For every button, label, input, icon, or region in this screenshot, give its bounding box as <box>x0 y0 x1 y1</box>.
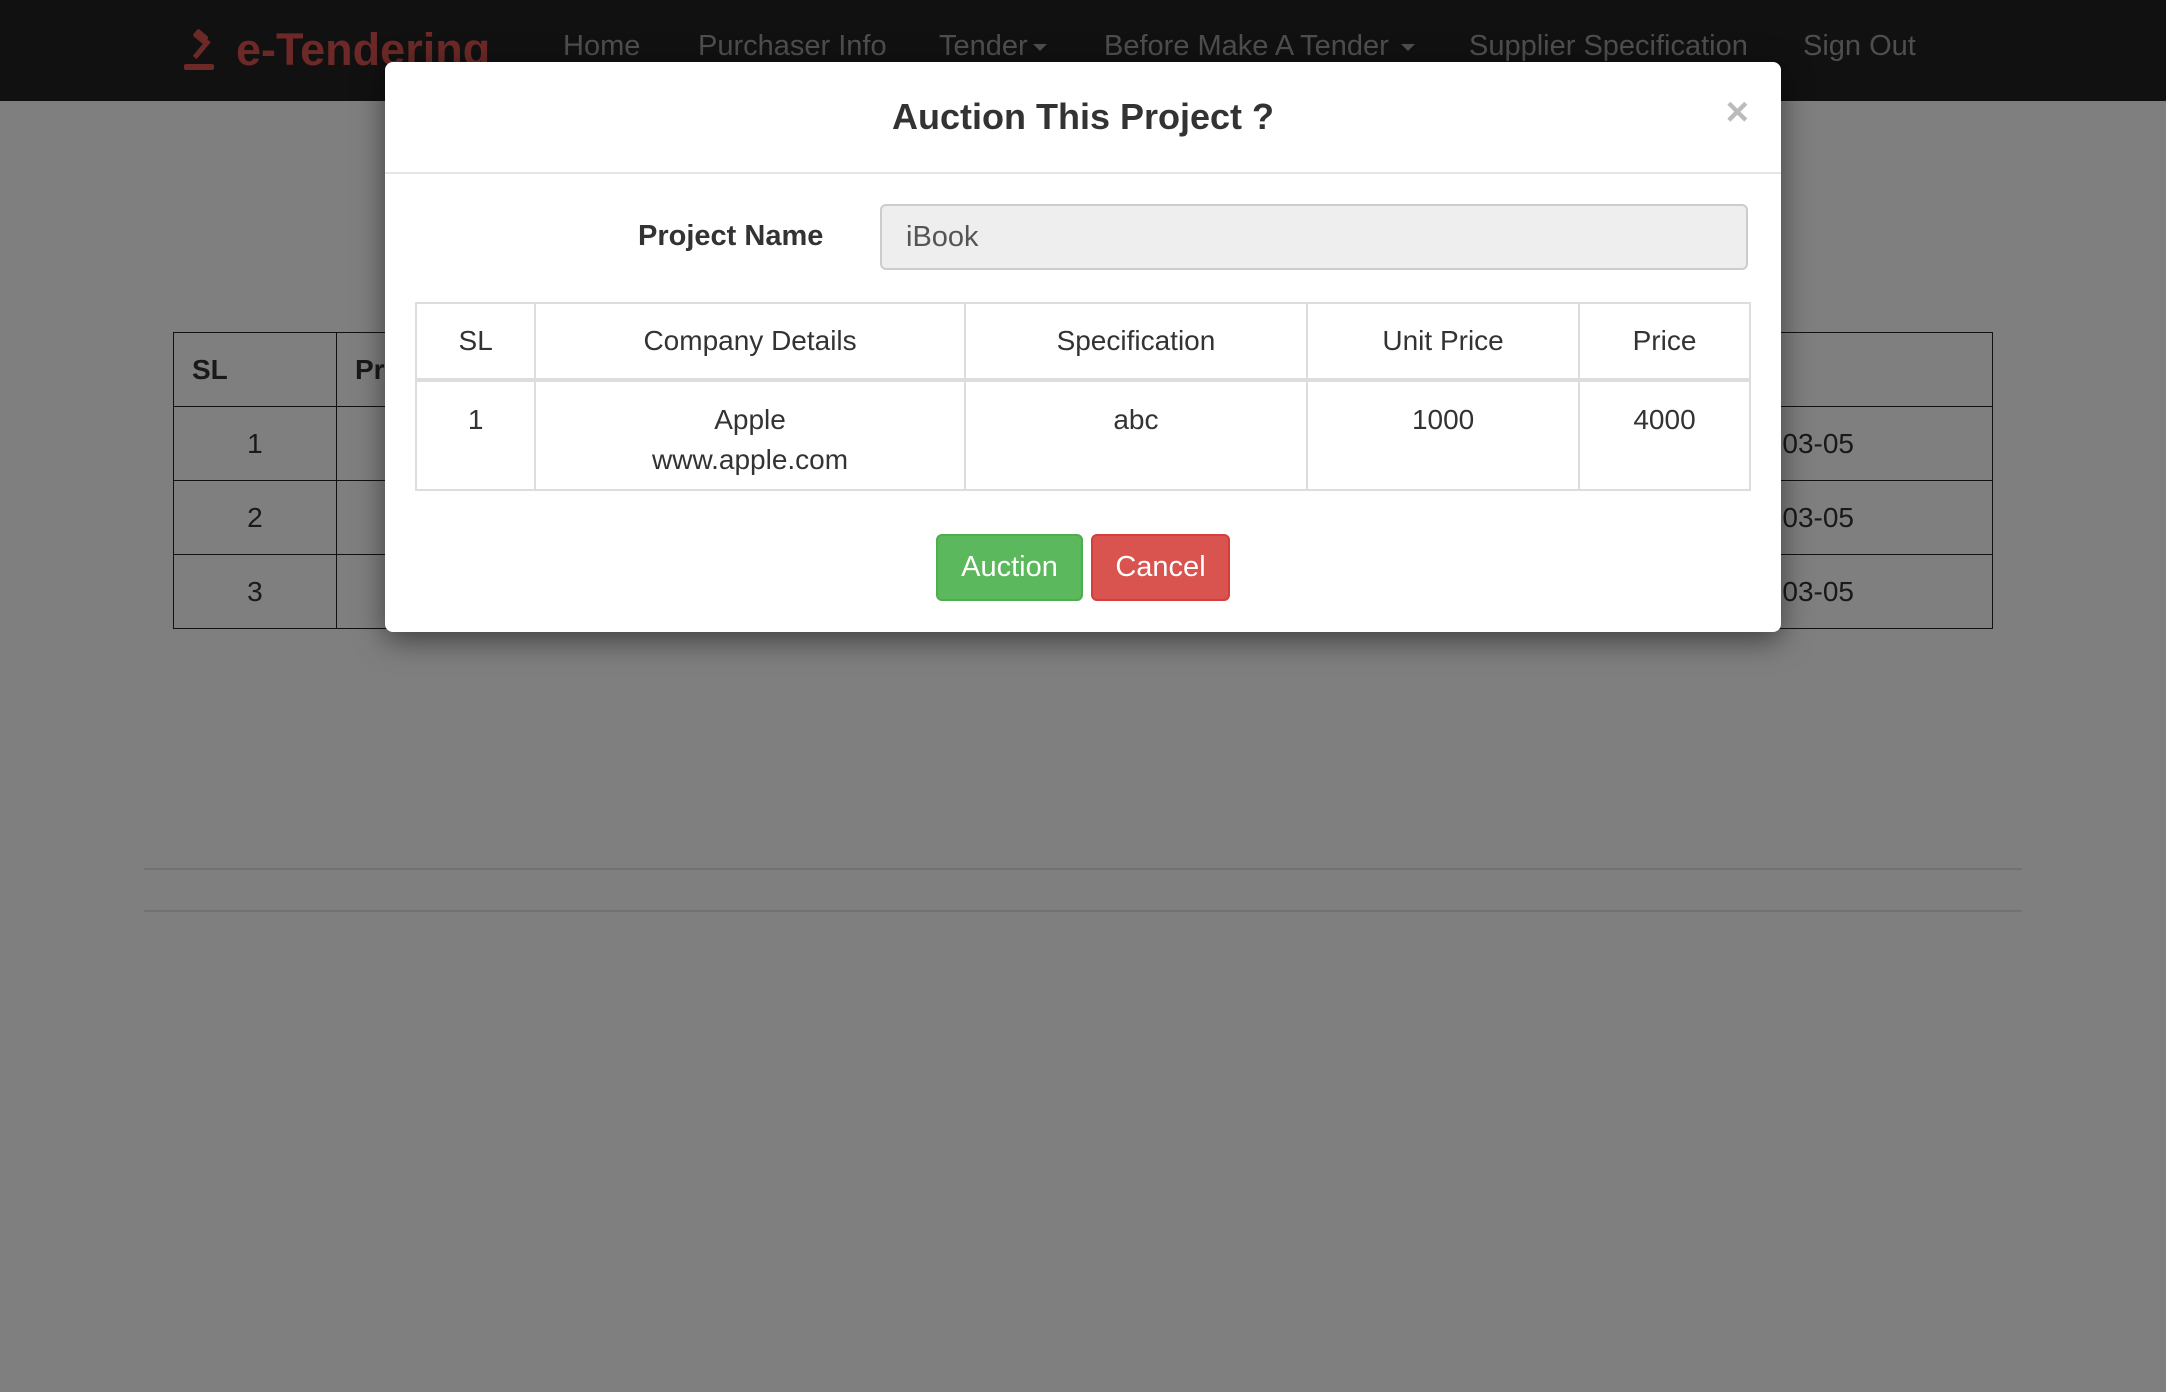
company-website: www.apple.com <box>652 444 849 475</box>
table-row: 1 Apple www.apple.com abc 1000 4000 <box>414 379 1751 491</box>
auction-modal: Auction This Project ? × Project Name SL… <box>385 62 1781 632</box>
column-header-sl: SL <box>414 302 537 382</box>
cell-unit-price: 1000 <box>1306 379 1581 491</box>
table-header-row: SL Company Details Specification Unit Pr… <box>414 302 1751 382</box>
company-name: Apple <box>714 404 786 435</box>
cell-sl: 1 <box>414 379 537 491</box>
project-name-label: Project Name <box>638 220 824 252</box>
column-header-unit-price: Unit Price <box>1306 302 1581 382</box>
cell-specification: abc <box>963 379 1309 491</box>
column-header-price: Price <box>1578 302 1751 382</box>
modal-title: Auction This Project ? <box>891 96 1275 137</box>
cell-company-details: Apple www.apple.com <box>534 379 966 491</box>
cell-price: 4000 <box>1578 379 1751 491</box>
cancel-button[interactable]: Cancel <box>1091 534 1230 601</box>
bid-table: SL Company Details Specification Unit Pr… <box>414 302 1751 491</box>
modal-header: Auction This Project ? × <box>385 62 1781 174</box>
close-icon[interactable]: × <box>1726 92 1749 132</box>
project-name-input[interactable] <box>880 204 1748 270</box>
auction-button[interactable]: Auction <box>936 534 1083 601</box>
column-header-specification: Specification <box>963 302 1309 382</box>
column-header-company-details: Company Details <box>534 302 966 382</box>
